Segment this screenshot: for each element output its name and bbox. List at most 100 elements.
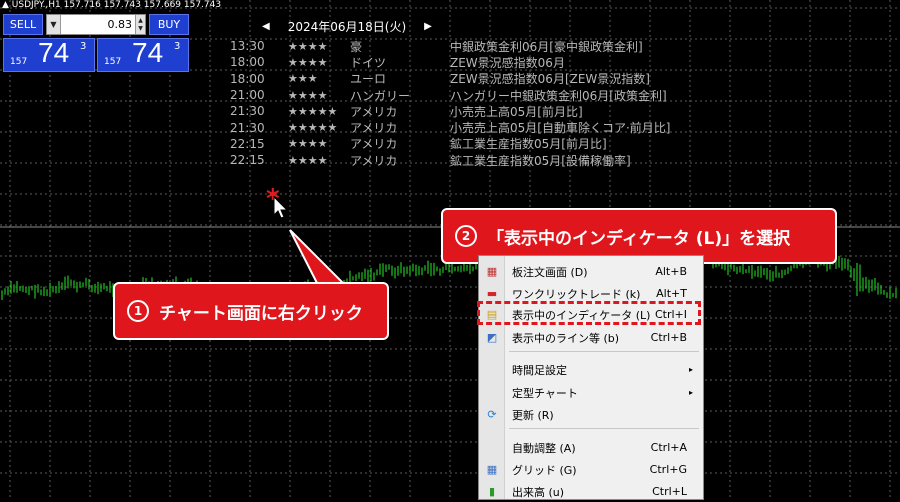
menu-item[interactable]: ⟳ 更新 (R): [479, 404, 703, 425]
event-time: 18:00: [230, 71, 265, 86]
calendar-event-row[interactable]: 21:30 ★★★★★ アメリカ 小売売上高05月[前月比]: [230, 103, 670, 119]
menu-separator: [509, 351, 699, 352]
menu-item-label: ワンクリックトレード (k): [512, 287, 641, 301]
calendar-date: 2024年06月18日(火): [287, 20, 407, 34]
event-time: 13:30: [230, 39, 265, 54]
event-time: 21:00: [230, 88, 265, 103]
event-country: アメリカ: [350, 121, 398, 136]
calendar-event-row[interactable]: 21:00 ★★★★ ハンガリー ハンガリー中銀政策金利06月[政策金利]: [230, 87, 670, 103]
menu-item[interactable]: ◩ 表示中のライン等 (b) Ctrl+B: [479, 327, 703, 348]
menu-item-label: 板注文画面 (D): [512, 265, 588, 279]
one-click-trade-panel: SELL ▼ 0.83 ▲ ▼ BUY 157 74 3 157 74 3: [3, 14, 189, 72]
menu-item[interactable]: ▦ 板注文画面 (D) Alt+B: [479, 261, 703, 282]
sell-button[interactable]: SELL: [3, 14, 43, 35]
sell-price-button[interactable]: 157 74 3: [3, 37, 95, 72]
step-1-text: チャート画面に右クリック: [159, 303, 363, 324]
highlight-indicator-item: [477, 301, 701, 325]
menu-item[interactable]: 時間足設定 ▸: [479, 359, 703, 380]
buy-price-sup: 3: [174, 41, 181, 52]
event-name: ZEW景況感指数06月: [450, 55, 565, 70]
next-day-icon[interactable]: ▶: [424, 21, 432, 32]
event-country: アメリカ: [350, 104, 398, 119]
menu-item[interactable]: ▮ 出来高 (u) Ctrl+L: [479, 481, 703, 502]
event-importance: ★★★★: [288, 137, 328, 151]
menu-item-shortcut: Alt+B: [655, 265, 687, 278]
event-name: 鉱工業生産指数05月[設備稼働率]: [450, 153, 631, 168]
menu-item-shortcut: Ctrl+G: [649, 463, 687, 476]
lot-value[interactable]: 0.83: [61, 18, 135, 31]
event-country: ユーロ: [350, 72, 387, 87]
calendar-event-row[interactable]: 18:00 ★★★★ ドイツ ZEW景況感指数06月: [230, 54, 670, 70]
one-click-trade-icon: ▬: [486, 287, 498, 300]
sell-price-sup: 3: [80, 41, 87, 52]
step-1-number: 1: [127, 300, 149, 322]
calendar-event-row[interactable]: 22:15 ★★★★ アメリカ 鉱工業生産指数05月[前月比]: [230, 136, 670, 152]
event-country: アメリカ: [350, 153, 398, 168]
order-board-icon: ▦: [486, 265, 498, 278]
menu-item-label: 自動調整 (A): [512, 441, 576, 455]
event-country: アメリカ: [350, 137, 398, 152]
event-country: ドイツ: [350, 55, 387, 70]
submenu-arrow-icon: ▸: [688, 365, 693, 374]
step-2-text: 「表示中のインディケータ (L)」を選択: [487, 228, 791, 249]
symbol-info: ▲ USDJPY.,H1 157.716 157.743 157.669 157…: [2, 0, 222, 10]
event-importance: ★★★★: [288, 153, 328, 167]
chart-context-menu: ▦ 板注文画面 (D) Alt+B ▬ ワンクリックトレード (k) Alt+T ▤ 表示中の…: [478, 255, 704, 500]
menu-item-shortcut: Ctrl+A: [650, 441, 687, 454]
buy-price-prefix: 157: [104, 57, 122, 67]
calendar-event-row[interactable]: 18:00 ★★★ ユーロ ZEW景況感指数06月[ZEW景況指数]: [230, 71, 670, 87]
menu-item[interactable]: 自動調整 (A) Ctrl+A: [479, 437, 703, 458]
grid-icon: ▦: [486, 463, 498, 476]
event-name: ZEW景況感指数06月[ZEW景況指数]: [450, 72, 650, 87]
event-importance: ★★★★: [288, 55, 328, 69]
lot-size-field[interactable]: ▼ 0.83 ▲ ▼: [46, 14, 146, 35]
event-name: 小売売上高05月[前月比]: [450, 104, 583, 119]
event-country: 豪: [350, 39, 363, 54]
menu-item-label: 時間足設定: [512, 363, 567, 377]
event-name: 鉱工業生産指数05月[前月比]: [450, 137, 607, 152]
objects-list-icon: ◩: [486, 331, 498, 344]
calendar-date-nav: ◀ 2024年06月18日(火) ▶: [262, 18, 432, 35]
menu-item[interactable]: 定型チャート ▸: [479, 382, 703, 403]
event-time: 21:30: [230, 120, 265, 135]
menu-item-label: 出来高 (u): [512, 485, 565, 499]
event-time: 18:00: [230, 55, 265, 70]
buy-price-big: 74: [132, 37, 164, 68]
event-time: 21:30: [230, 104, 265, 119]
sell-price-prefix: 157: [10, 57, 28, 67]
refresh-icon: ⟳: [487, 408, 497, 421]
submenu-arrow-icon: ▸: [688, 388, 693, 397]
menu-separator: [509, 428, 699, 429]
buy-button[interactable]: BUY: [149, 14, 189, 35]
lot-spinner-icon[interactable]: ▲ ▼: [135, 15, 145, 34]
menu-item-label: 更新 (R): [512, 408, 554, 422]
event-name: ハンガリー中銀政策金利06月[政策金利]: [450, 88, 667, 103]
event-importance: ★★★★: [288, 39, 328, 53]
step-2-number: 2: [455, 225, 477, 247]
event-name: 小売売上高05月[自動車除くコア·前月比]: [450, 121, 671, 136]
event-name: 中銀政策金利06月[豪中銀政策金利]: [450, 39, 643, 54]
callout-step-1: 1 チャート画面に右クリック: [113, 282, 389, 340]
event-time: 22:15: [230, 153, 265, 168]
sell-price-big: 74: [38, 37, 70, 68]
calendar-event-row[interactable]: 13:30 ★★★★ 豪 中銀政策金利06月[豪中銀政策金利]: [230, 38, 670, 54]
menu-item-label: 表示中のライン等 (b): [512, 331, 620, 345]
menu-item-label: グリッド (G): [512, 463, 577, 477]
prev-day-icon[interactable]: ◀: [262, 21, 270, 32]
calendar-event-row[interactable]: 22:15 ★★★★ アメリカ 鉱工業生産指数05月[設備稼働率]: [230, 152, 670, 168]
menu-item[interactable]: ▦ グリッド (G) Ctrl+G: [479, 459, 703, 480]
volume-icon: ▮: [488, 485, 496, 498]
event-importance: ★★★★★: [288, 104, 338, 118]
event-country: ハンガリー: [350, 88, 411, 103]
lot-dropdown-icon[interactable]: ▼: [47, 15, 61, 34]
economic-calendar: 13:30 ★★★★ 豪 中銀政策金利06月[豪中銀政策金利] 18:00 ★★★★ ドイツ…: [230, 38, 670, 168]
buy-price-button[interactable]: 157 74 3: [97, 37, 189, 72]
menu-item-shortcut: Ctrl+L: [652, 485, 687, 498]
menu-item-shortcut: Alt+T: [656, 287, 687, 300]
event-importance: ★★★★: [288, 88, 328, 102]
mouse-pointer-icon: [273, 196, 289, 219]
event-importance: ★★★★★: [288, 121, 338, 135]
calendar-event-row[interactable]: 21:30 ★★★★★ アメリカ 小売売上高05月[自動車除くコア·前月比]: [230, 119, 671, 136]
menu-item-shortcut: Ctrl+B: [650, 331, 687, 344]
event-time: 22:15: [230, 136, 265, 151]
